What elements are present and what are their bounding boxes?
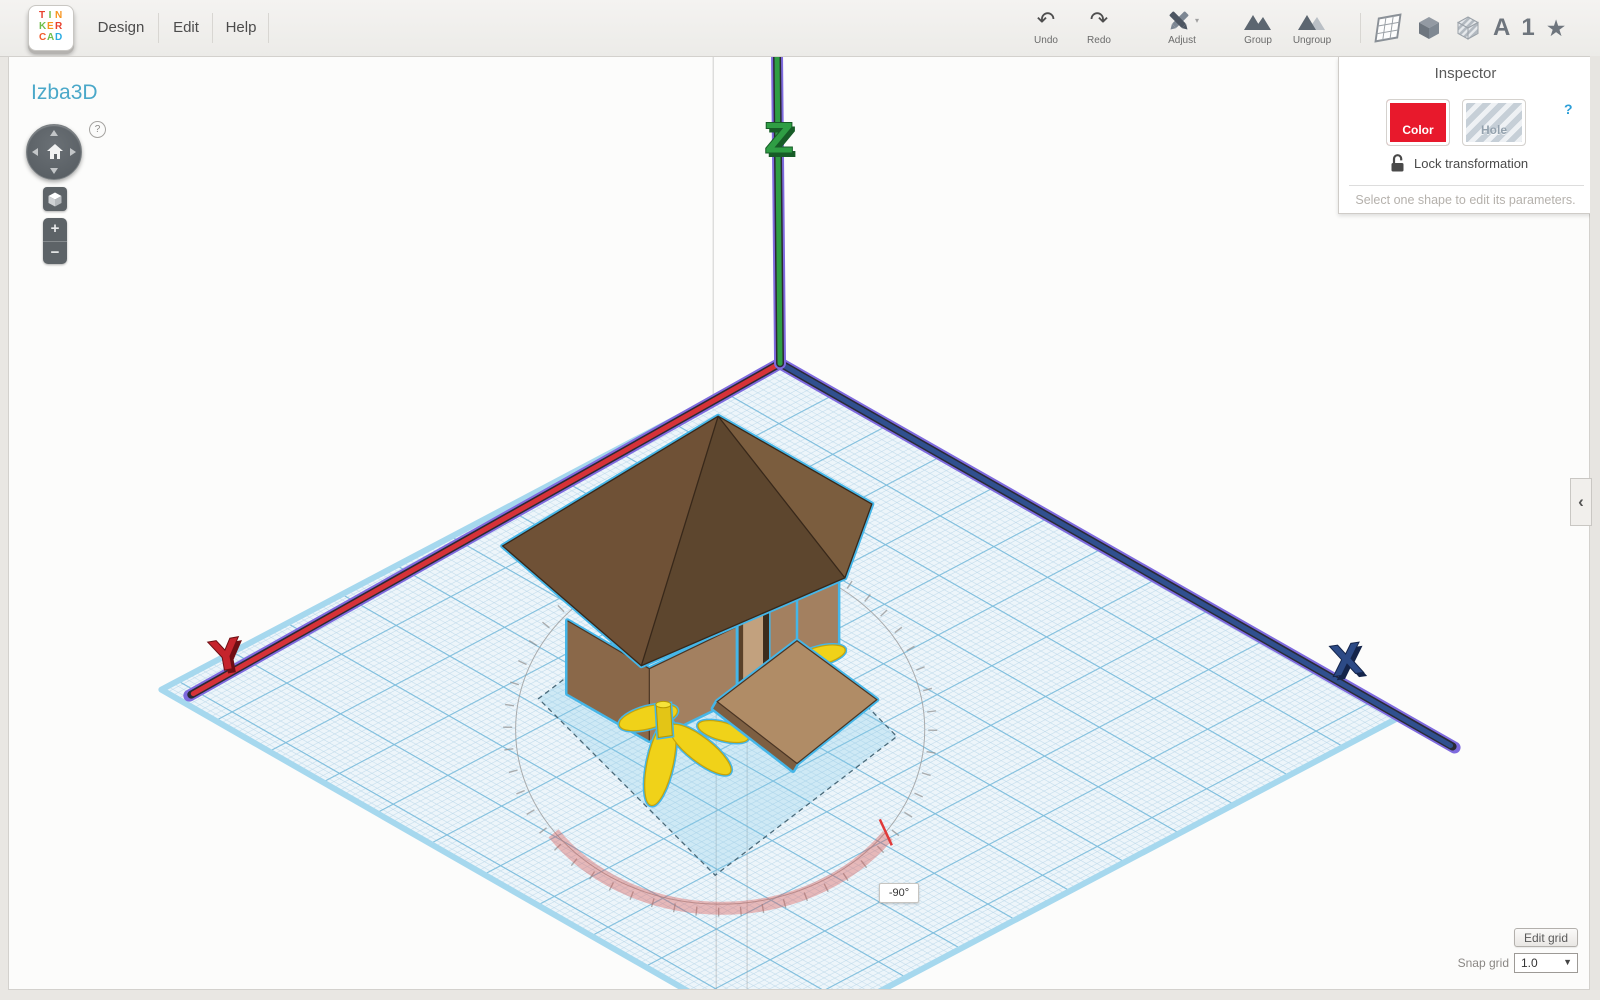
view-navigation-pad[interactable] xyxy=(26,124,82,180)
divider xyxy=(158,13,159,43)
svg-text:Z: Z xyxy=(764,114,794,163)
redo-button[interactable]: ↷ Redo xyxy=(1075,7,1123,47)
hole-shape-tool-icon[interactable] xyxy=(1454,13,1482,43)
design-title: Izba3D xyxy=(31,81,98,104)
adjust-caret-icon: ▾ xyxy=(1195,16,1199,25)
z-axis-marker[interactable]: Z Z xyxy=(763,113,797,167)
hole-swatch-button[interactable]: Hole xyxy=(1462,99,1526,146)
inspector-panel: Inspector Color Hole ? Lock transformati… xyxy=(1338,57,1593,214)
design-canvas[interactable]: Y Y X X Z Z Izba3D ? + − Inspector Color… xyxy=(8,56,1593,990)
ungroup-button[interactable]: Ungroup xyxy=(1284,8,1340,46)
zoom-control: + − xyxy=(43,218,67,264)
dropdown-caret-icon: ▼ xyxy=(1563,957,1572,967)
undo-icon: ↶ xyxy=(1036,7,1056,32)
ungroup-icon xyxy=(1284,8,1340,34)
shape-library-tools: A 1 ★ xyxy=(1372,6,1566,50)
tinkercad-app: TIN KER CAD Design Edit Help ↶ Undo ↷ Re… xyxy=(0,0,1600,1000)
unlocked-padlock-icon xyxy=(1391,154,1404,172)
view-cube-button[interactable] xyxy=(43,187,67,211)
top-toolbar: TIN KER CAD Design Edit Help ↶ Undo ↷ Re… xyxy=(0,0,1600,57)
lock-transformation-control[interactable]: Lock transformation xyxy=(1389,153,1528,175)
redo-icon: ↷ xyxy=(1089,7,1109,32)
group-icon xyxy=(1232,8,1284,34)
snap-grid-label: Snap grid xyxy=(1457,956,1509,970)
home-view-button[interactable] xyxy=(44,141,66,163)
x-axis-marker[interactable]: X X xyxy=(1327,633,1370,690)
divider xyxy=(1349,185,1584,186)
symbols-tool-icon[interactable]: ★ xyxy=(1546,15,1567,42)
svg-text:X: X xyxy=(1327,634,1366,687)
edit-grid-button[interactable]: Edit grid xyxy=(1514,928,1578,947)
orbit-right-arrow-icon[interactable] xyxy=(70,148,76,156)
tinkercad-logo[interactable]: TIN KER CAD xyxy=(28,5,74,51)
adjust-icon: ▾ xyxy=(1150,8,1214,34)
inspector-help-button[interactable]: ? xyxy=(1564,101,1573,117)
inspector-hint: Select one shape to edit its parameters. xyxy=(1355,193,1576,207)
inspector-title: Inspector xyxy=(1434,65,1497,82)
solid-shape-tool-icon[interactable] xyxy=(1415,13,1443,43)
color-swatch-button[interactable]: Color xyxy=(1386,99,1450,146)
menu-design[interactable]: Design xyxy=(90,0,152,56)
undo-button[interactable]: ↶ Undo xyxy=(1022,7,1070,47)
nav-help-button[interactable]: ? xyxy=(89,121,106,138)
workplane-tool-icon[interactable] xyxy=(1372,12,1404,44)
orbit-down-arrow-icon[interactable] xyxy=(50,168,58,174)
menu-edit[interactable]: Edit xyxy=(162,0,210,56)
panel-collapse-tab[interactable]: ‹ xyxy=(1570,478,1592,526)
divider xyxy=(1360,13,1361,43)
group-button[interactable]: Group xyxy=(1232,8,1284,46)
numbers-tool[interactable]: 1 xyxy=(1521,6,1534,50)
zoom-in-button[interactable]: + xyxy=(43,218,67,242)
divider xyxy=(268,13,269,43)
z-axis xyxy=(771,57,787,370)
cube-icon xyxy=(48,192,62,206)
orbit-up-arrow-icon[interactable] xyxy=(50,130,58,136)
letters-tool[interactable]: A xyxy=(1493,6,1510,50)
snap-grid-select[interactable]: 1.0 ▼ xyxy=(1514,953,1578,973)
divider xyxy=(212,13,213,43)
star-stem xyxy=(654,700,675,740)
zoom-out-button[interactable]: − xyxy=(43,242,67,264)
adjust-button[interactable]: ▾ Adjust xyxy=(1150,8,1214,46)
rotation-angle-readout: -90° xyxy=(879,883,919,903)
home-icon xyxy=(47,144,63,159)
menu-help[interactable]: Help xyxy=(216,0,266,56)
orbit-left-arrow-icon[interactable] xyxy=(32,148,38,156)
